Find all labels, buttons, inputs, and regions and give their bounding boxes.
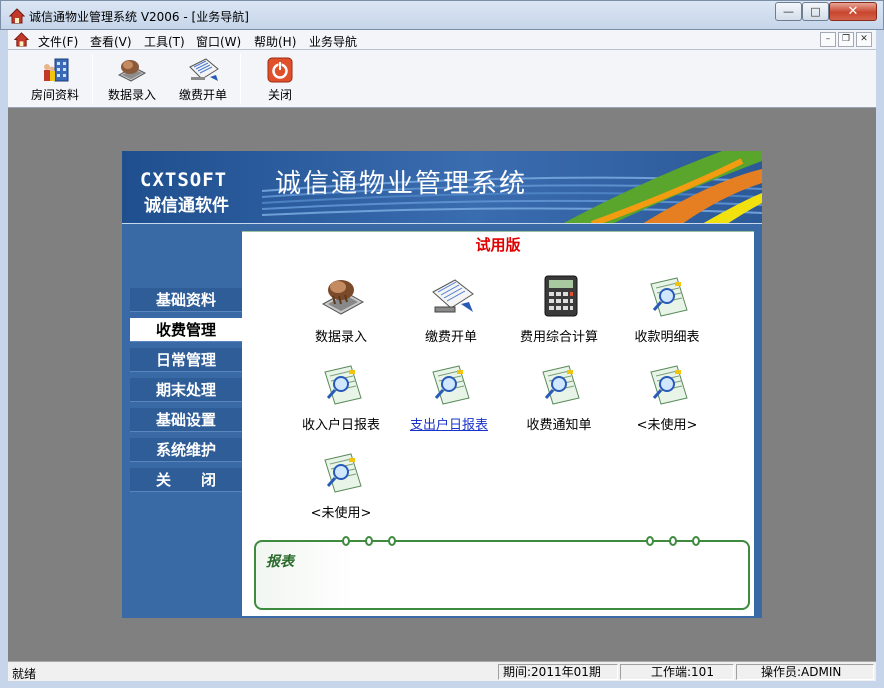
window-title: 诚信通物业管理系统 V2006 - [业务导航] xyxy=(29,10,249,24)
report-magnifier-icon xyxy=(324,453,362,493)
report-magnifier-icon xyxy=(650,365,688,405)
tile-label: 收款明细表 xyxy=(634,330,700,345)
window-frame-left xyxy=(0,30,8,681)
menu-view[interactable]: 查看(V) xyxy=(90,33,132,50)
toolbar-close-label: 关闭 xyxy=(267,88,292,102)
binder-ring xyxy=(388,536,396,546)
brand-english: CXTSOFT xyxy=(140,169,228,191)
system-title: 诚信通物业管理系统 xyxy=(275,169,528,199)
invoice-pen-icon xyxy=(432,279,474,313)
house-menu-icon[interactable] xyxy=(14,32,29,47)
close-window-button[interactable]: ✕ xyxy=(829,2,877,21)
status-operator: 操作员:ADMIN xyxy=(736,664,874,680)
binder-ring xyxy=(669,536,677,546)
nav-charge-management[interactable]: 收费管理 xyxy=(130,318,242,342)
menu-bar: 文件(F) 查看(V) 工具(T) 窗口(W) 帮助(H) 业务导航 – ❐ ✕ xyxy=(8,30,876,50)
nav-basic-settings[interactable]: 基础设置 xyxy=(130,408,242,432)
invoice-pen-icon xyxy=(189,58,219,81)
tile-label: <未使用> xyxy=(636,418,698,433)
tile-label: 收费通知单 xyxy=(526,418,592,433)
tile-label: 数据录入 xyxy=(314,330,367,345)
toolbar-separator xyxy=(240,54,241,104)
status-ready: 就绪 xyxy=(12,667,37,681)
calculator-icon xyxy=(544,275,578,317)
toolbar-separator xyxy=(92,54,93,104)
house-app-icon xyxy=(9,8,25,24)
toolbar: 房间资料 数据录入 缴费开单 关闭 xyxy=(8,50,876,108)
maximize-button[interactable]: □ xyxy=(802,2,829,21)
tile-billing[interactable]: 缴费开单 xyxy=(396,272,506,352)
panel-frame: 基础资料 收费管理 日常管理 期末处理 基础设置 系统维护 关 闭 试用版 数据… xyxy=(128,229,756,618)
report-magnifier-icon xyxy=(542,365,580,405)
tile-data-entry[interactable]: 数据录入 xyxy=(286,272,396,352)
tile-unused[interactable]: <未使用> xyxy=(612,360,722,440)
tile-charge-notice[interactable]: 收费通知单 xyxy=(504,360,614,440)
title-bar[interactable]: 诚信通物业管理系统 V2006 - [业务导航] — □ ✕ xyxy=(0,0,884,30)
billing-label: 缴费开单 xyxy=(178,88,227,102)
report-magnifier-icon xyxy=(324,365,362,405)
binder-ring xyxy=(342,536,350,546)
keyboard-hand-icon xyxy=(321,280,365,315)
room-info-button[interactable]: 房间资料 xyxy=(24,53,86,105)
mdi-minimize-button[interactable]: – xyxy=(820,32,836,47)
power-icon xyxy=(267,57,293,83)
binder-ring xyxy=(692,536,700,546)
binder-ring xyxy=(646,536,654,546)
brand-chinese: 诚信通软件 xyxy=(144,196,229,216)
tile-label: 费用综合计算 xyxy=(519,330,598,345)
mdi-close-button[interactable]: ✕ xyxy=(856,32,872,47)
report-title: 报表 xyxy=(266,554,294,570)
billing-button[interactable]: 缴费开单 xyxy=(172,53,234,105)
menu-help[interactable]: 帮助(H) xyxy=(254,33,296,50)
binder-ring xyxy=(365,536,373,546)
tile-expense-daily-report[interactable]: 支出户日报表 xyxy=(394,360,504,440)
nav-daily-management[interactable]: 日常管理 xyxy=(130,348,242,372)
nav-basic-data[interactable]: 基础资料 xyxy=(130,288,242,312)
building-people-icon xyxy=(44,58,69,82)
tile-fee-calculation[interactable]: 费用综合计算 xyxy=(504,272,614,352)
tile-receipt-detail[interactable]: 收款明细表 xyxy=(612,272,722,352)
report-magnifier-icon xyxy=(650,277,688,317)
banner: CXTSOFT 诚信通软件 诚信通物业管理系统 xyxy=(122,151,762,224)
room-info-label: 房间资料 xyxy=(30,88,79,102)
tile-income-daily-report[interactable]: 收入户日报表 xyxy=(286,360,396,440)
nav-close[interactable]: 关 闭 xyxy=(130,468,242,492)
mdi-restore-button[interactable]: ❐ xyxy=(838,32,854,47)
tile-unused[interactable]: <未使用> xyxy=(286,448,396,528)
menu-file[interactable]: 文件(F) xyxy=(38,33,78,50)
minimize-button[interactable]: — xyxy=(775,2,802,21)
tile-label: <未使用> xyxy=(310,506,372,521)
menu-window[interactable]: 窗口(W) xyxy=(196,33,241,50)
data-entry-button[interactable]: 数据录入 xyxy=(102,53,162,105)
window-frame-right xyxy=(876,30,884,681)
data-entry-label: 数据录入 xyxy=(107,88,156,102)
tile-link-label[interactable]: 支出户日报表 xyxy=(394,414,504,433)
window-frame-bottom xyxy=(0,681,884,688)
module-sidebar: 基础资料 收费管理 日常管理 期末处理 基础设置 系统维护 关 闭 xyxy=(130,231,242,616)
status-bar: 就绪 期间:2011年01期 工作端:101 操作员:ADMIN xyxy=(8,661,876,681)
report-magnifier-icon xyxy=(432,365,470,405)
status-workstation: 工作端:101 xyxy=(620,664,734,680)
function-area: 试用版 数据录入 缴费开单 费用综合计算 收款明细表 收入户日报表 支出户日报表… xyxy=(242,231,754,616)
nav-period-end[interactable]: 期末处理 xyxy=(130,378,242,402)
menu-business-nav[interactable]: 业务导航 xyxy=(309,33,357,50)
nav-system-maintenance[interactable]: 系统维护 xyxy=(130,438,242,462)
status-period: 期间:2011年01期 xyxy=(498,664,618,680)
trial-badge: 试用版 xyxy=(475,236,521,254)
business-nav-panel: CXTSOFT 诚信通软件 诚信通物业管理系统 基础资料 收费管理 日常管理 期… xyxy=(122,151,762,618)
menu-tools[interactable]: 工具(T) xyxy=(144,33,185,50)
tile-label: 缴费开单 xyxy=(424,330,477,345)
keyboard-hand-icon xyxy=(117,60,147,82)
report-section: 报表 xyxy=(254,536,750,610)
tile-label: 收入户日报表 xyxy=(301,418,380,433)
toolbar-close-button[interactable]: 关闭 xyxy=(252,53,308,105)
